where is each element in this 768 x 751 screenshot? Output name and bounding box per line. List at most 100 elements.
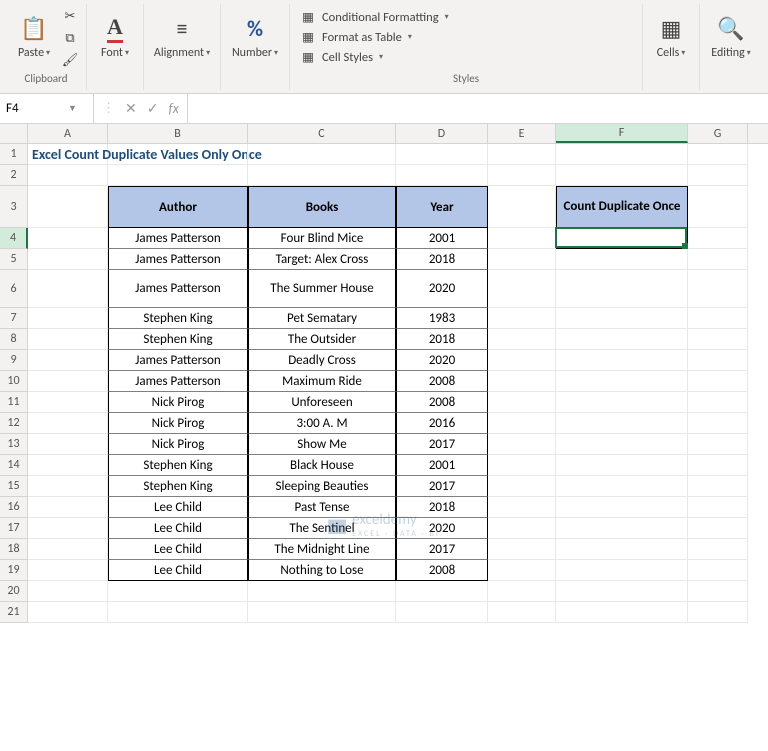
cell[interactable]: Four Blind Mice: [248, 228, 396, 249]
cell[interactable]: [28, 329, 108, 350]
cell[interactable]: [28, 476, 108, 497]
cell[interactable]: [688, 539, 748, 560]
row-header-19[interactable]: 19: [0, 560, 28, 581]
cell[interactable]: 2016: [396, 413, 488, 434]
cell[interactable]: [556, 308, 688, 329]
cell[interactable]: [688, 308, 748, 329]
row-header-11[interactable]: 11: [0, 392, 28, 413]
col-header-D[interactable]: D: [396, 124, 488, 143]
format-as-table-button[interactable]: ▦ Format as Table ▾: [296, 28, 453, 46]
cell[interactable]: [248, 602, 396, 623]
cell-B1[interactable]: [108, 144, 248, 165]
col-header-C[interactable]: C: [248, 124, 396, 143]
cell[interactable]: [488, 329, 556, 350]
conditional-formatting-button[interactable]: ▦ Conditional Formatting ▾: [296, 8, 453, 26]
cell[interactable]: [488, 165, 556, 186]
cell[interactable]: [488, 228, 556, 249]
cell[interactable]: James Patterson: [108, 270, 248, 308]
cell-author-header[interactable]: Author: [108, 186, 248, 228]
cell-C1[interactable]: [248, 144, 396, 165]
cell[interactable]: Lee Child: [108, 539, 248, 560]
fx-icon[interactable]: fx: [168, 100, 178, 117]
cell[interactable]: [556, 350, 688, 371]
cell[interactable]: [556, 539, 688, 560]
cell[interactable]: [28, 581, 108, 602]
cell[interactable]: Stephen King: [108, 329, 248, 350]
cell[interactable]: Lee Child: [108, 497, 248, 518]
cell-D1[interactable]: [396, 144, 488, 165]
cell[interactable]: [28, 518, 108, 539]
col-header-F[interactable]: F: [556, 124, 688, 143]
cell[interactable]: [488, 581, 556, 602]
cell[interactable]: [556, 518, 688, 539]
cell[interactable]: 2008: [396, 560, 488, 581]
cell[interactable]: [28, 249, 108, 270]
cell[interactable]: [248, 165, 396, 186]
cell[interactable]: 2017: [396, 476, 488, 497]
cell[interactable]: 2017: [396, 434, 488, 455]
cell[interactable]: [28, 434, 108, 455]
cell-E1[interactable]: [488, 144, 556, 165]
cell[interactable]: Nick Pirog: [108, 392, 248, 413]
row-header-21[interactable]: 21: [0, 602, 28, 623]
name-box[interactable]: ▼: [0, 94, 94, 123]
cell[interactable]: [688, 476, 748, 497]
cell-A1[interactable]: Excel Count Duplicate Values Only Once: [28, 144, 108, 165]
col-header-G[interactable]: G: [688, 124, 748, 143]
cell[interactable]: 3:00 A. M: [248, 413, 396, 434]
cell[interactable]: Sleeping Beauties: [248, 476, 396, 497]
cell[interactable]: [556, 560, 688, 581]
cell[interactable]: The Midnight Line: [248, 539, 396, 560]
cell[interactable]: 2020: [396, 270, 488, 308]
row-header-16[interactable]: 16: [0, 497, 28, 518]
cell-G1[interactable]: [688, 144, 748, 165]
cell[interactable]: [688, 434, 748, 455]
cell[interactable]: [396, 581, 488, 602]
cell[interactable]: [688, 249, 748, 270]
cell[interactable]: [396, 602, 488, 623]
cancel-icon[interactable]: ✕: [125, 100, 137, 117]
row-header-13[interactable]: 13: [0, 434, 28, 455]
cell[interactable]: [556, 497, 688, 518]
cell[interactable]: [556, 371, 688, 392]
cell[interactable]: [688, 602, 748, 623]
font-button[interactable]: A Font▾: [93, 4, 137, 68]
cell[interactable]: The Summer House: [248, 270, 396, 308]
enter-icon[interactable]: ✓: [147, 100, 159, 117]
cell[interactable]: [28, 497, 108, 518]
cell[interactable]: [688, 497, 748, 518]
col-header-E[interactable]: E: [488, 124, 556, 143]
cell[interactable]: Stephen King: [108, 308, 248, 329]
cell[interactable]: Past Tense: [248, 497, 396, 518]
cell-F1[interactable]: [556, 144, 688, 165]
cell[interactable]: 2018: [396, 249, 488, 270]
cell[interactable]: [688, 392, 748, 413]
row-header-1[interactable]: 1: [0, 144, 28, 165]
cell[interactable]: [108, 165, 248, 186]
select-all-corner[interactable]: [0, 124, 28, 143]
cell[interactable]: [488, 497, 556, 518]
cell[interactable]: [688, 350, 748, 371]
col-header-B[interactable]: B: [108, 124, 248, 143]
cell[interactable]: [488, 602, 556, 623]
cell[interactable]: [248, 581, 396, 602]
row-header-5[interactable]: 5: [0, 249, 28, 270]
cell[interactable]: [488, 249, 556, 270]
cell[interactable]: 2020: [396, 350, 488, 371]
cell-books-header[interactable]: Books: [248, 186, 396, 228]
cell[interactable]: 2020: [396, 518, 488, 539]
row-header-6[interactable]: 6: [0, 270, 28, 308]
cell[interactable]: Stephen King: [108, 476, 248, 497]
row-header-3[interactable]: 3: [0, 186, 28, 228]
cell[interactable]: Nick Pirog: [108, 413, 248, 434]
cell[interactable]: [556, 249, 688, 270]
cell-year-header[interactable]: Year: [396, 186, 488, 228]
row-header-15[interactable]: 15: [0, 476, 28, 497]
cell-count-header[interactable]: Count Duplicate Once: [556, 186, 688, 228]
cell[interactable]: Stephen King: [108, 455, 248, 476]
cell[interactable]: [28, 392, 108, 413]
cell[interactable]: [28, 165, 108, 186]
col-header-A[interactable]: A: [28, 124, 108, 143]
cell[interactable]: [28, 228, 108, 249]
cell[interactable]: [28, 560, 108, 581]
